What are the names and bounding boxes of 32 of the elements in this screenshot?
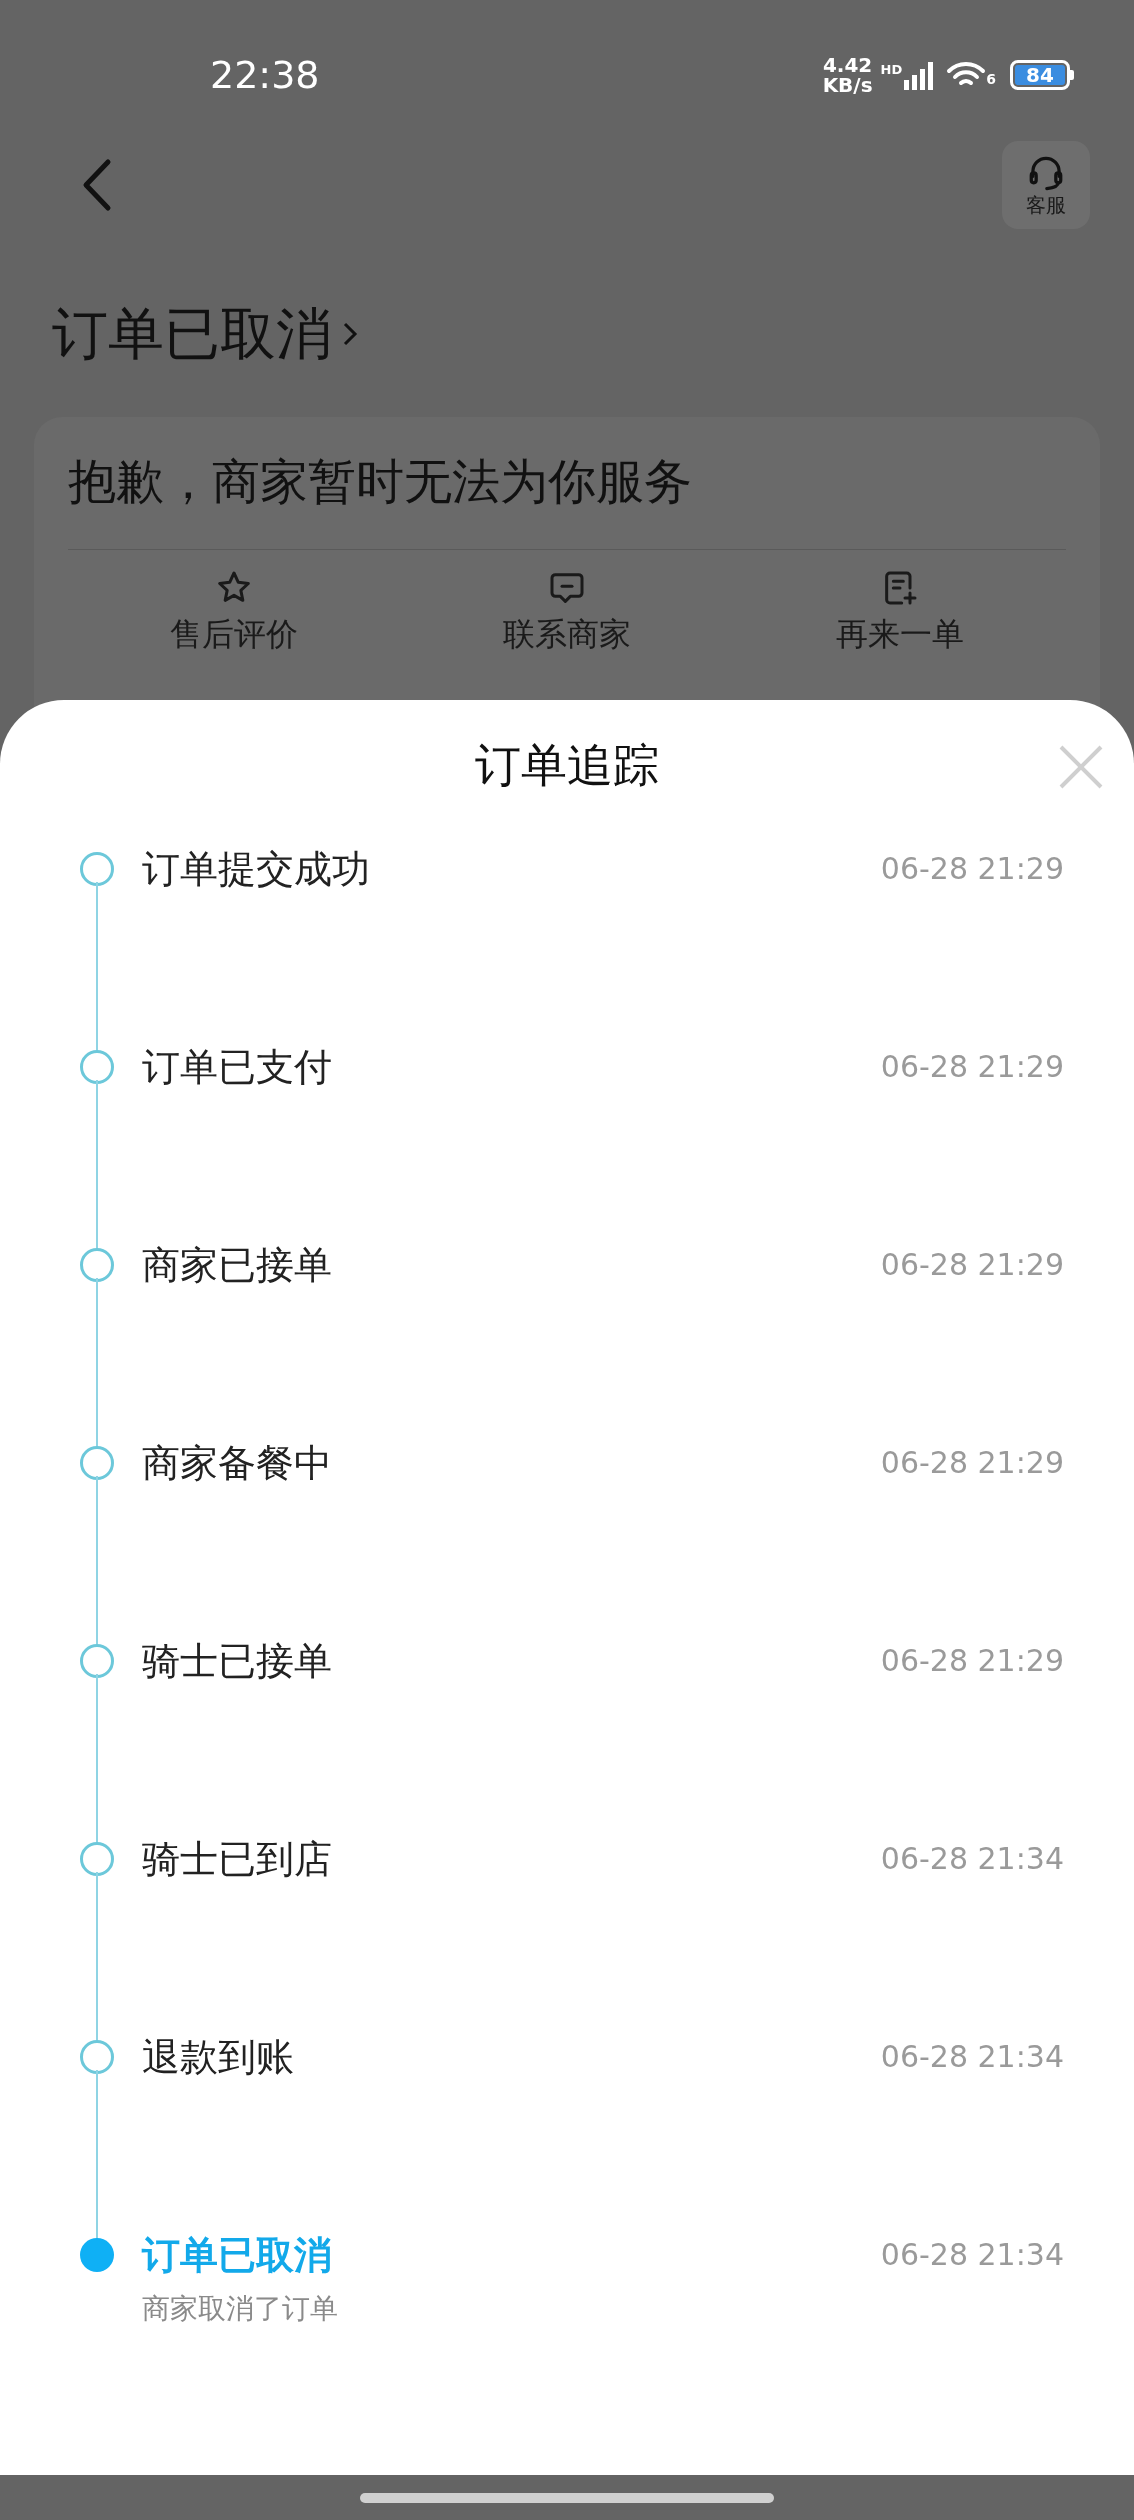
step-time: 06-28 21:34 [880, 2038, 1064, 2076]
step-time: 06-28 21:29 [880, 850, 1064, 888]
order-action-button[interactable]: 联系商家 [400, 568, 734, 650]
step-label: 退款到账 [142, 2034, 295, 2081]
step-label: 商家备餐中 [142, 1440, 333, 1487]
step-label: 骑士已接单 [142, 1638, 333, 1685]
chevron-right-icon[interactable] [342, 321, 358, 347]
order-status-message: 抱歉，商家暂时无法为你服务 [68, 457, 1066, 550]
step-time: 06-28 21:34 [880, 1840, 1064, 1878]
step-time: 06-28 21:29 [880, 1444, 1064, 1482]
order-action-button[interactable]: 再来一单 [733, 568, 1066, 650]
step-label: 商家已接单 [142, 1242, 333, 1289]
sheet-title: 订单追踪 [475, 736, 659, 794]
step-note: 商家取消了订单 [142, 2291, 339, 2327]
customer-service-button[interactable]: 客服 [1002, 141, 1090, 229]
step-label: 订单已取消 [142, 2232, 333, 2279]
step-time: 06-28 21:29 [880, 1048, 1064, 1086]
hd-label: HD [880, 61, 903, 79]
network-speed-value: 4.42 [822, 55, 873, 75]
step-label: 订单提交成功 [142, 846, 371, 893]
battery-level-text: 84 [1015, 65, 1065, 85]
wifi-label: 6 [986, 70, 996, 89]
step-time: 06-28 21:34 [880, 2236, 1064, 2274]
step-time: 06-28 21:29 [880, 1642, 1064, 1680]
step-label: 订单已支付 [142, 1044, 333, 1091]
home-indicator[interactable] [360, 2492, 774, 2503]
step-time: 06-28 21:29 [880, 1246, 1064, 1284]
network-speed-unit: KB/s [822, 75, 873, 95]
step-label: 骑士已到店 [142, 1836, 333, 1883]
order-action-button[interactable]: 售后评价 [68, 568, 401, 650]
status-time: 22:38 [210, 51, 320, 99]
order-status-title[interactable]: 订单已取消 [52, 292, 332, 376]
